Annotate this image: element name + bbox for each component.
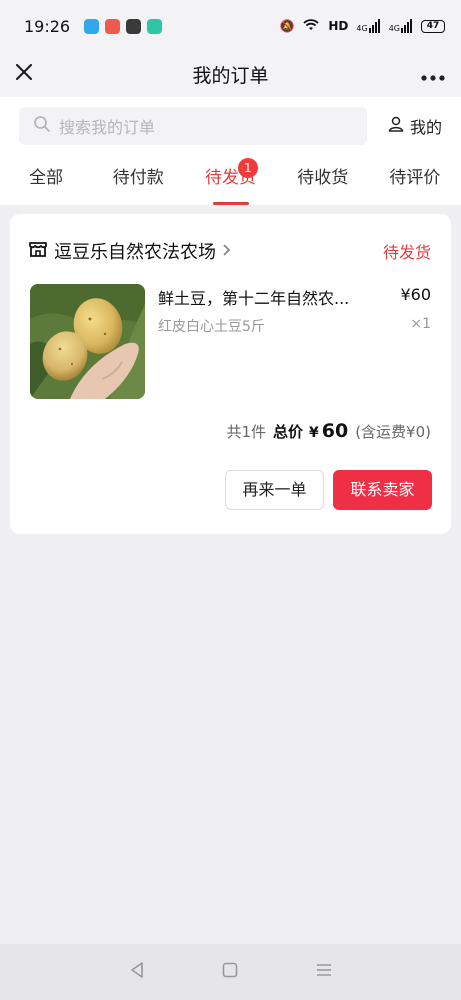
hd-label: HD — [328, 19, 349, 33]
product-image[interactable] — [30, 284, 145, 399]
tab-pending-payment[interactable]: 待付款 — [92, 155, 184, 205]
search-row: 搜索我的订单 我的 — [0, 97, 461, 155]
home-nav-icon[interactable] — [221, 961, 239, 984]
search-placeholder: 搜索我的订单 — [59, 118, 156, 137]
search-icon — [33, 115, 51, 137]
order-card[interactable]: 逗豆乐自然农法农场 待发货 鲜土豆，第十二年自然农... ¥60 红皮白心土豆5… — [10, 214, 451, 534]
page-title: 我的订单 — [192, 65, 269, 87]
page-header: 我的订单 — [0, 52, 461, 97]
mine-button[interactable]: 我的 — [388, 114, 442, 138]
shipping-fee: (含运费¥0) — [355, 423, 431, 441]
search-input[interactable]: 搜索我的订单 — [19, 107, 367, 145]
status-time: 19:26 — [24, 16, 71, 36]
menu-nav-icon[interactable] — [315, 961, 333, 984]
wifi-icon — [302, 18, 320, 35]
tab-pending-review[interactable]: 待评价 — [369, 155, 461, 205]
mine-label: 我的 — [409, 118, 442, 137]
system-nav-bar — [0, 944, 461, 1000]
signal-icon-1: 4G — [356, 19, 380, 33]
signal-icon-2: 4G — [389, 19, 413, 33]
total-label: 总价 — [272, 423, 303, 441]
product-spec: 红皮白心土豆5斤 — [158, 319, 265, 335]
qq-icon — [84, 18, 100, 34]
battery-icon: 47 — [421, 19, 445, 33]
shop-row[interactable]: 逗豆乐自然农法农场 待发货 — [28, 238, 431, 264]
total-amount: 60 — [321, 420, 349, 442]
tab-pending-shipment[interactable]: 待发货 1 — [184, 155, 276, 205]
message-icon — [147, 18, 163, 34]
order-status: 待发货 — [382, 243, 431, 262]
close-icon[interactable] — [12, 60, 36, 84]
back-nav-icon[interactable] — [128, 961, 146, 984]
product-price: ¥60 — [400, 285, 431, 304]
shop-name: 逗豆乐自然农法农场 — [54, 242, 216, 263]
order-total: 共1件 总价 ¥ 60 (含运费¥0) — [226, 420, 431, 442]
tab-all[interactable]: 全部 — [0, 155, 92, 205]
tab-badge: 1 — [237, 158, 258, 178]
status-app-icons — [84, 18, 163, 34]
product-quantity: ×1 — [410, 316, 431, 332]
chevron-right-icon — [222, 241, 232, 262]
order-tabs: 全部 待付款 待发货 1 待收货 待评价 — [0, 155, 461, 205]
contact-seller-button[interactable]: 联系卖家 — [333, 470, 432, 510]
total-currency: ¥ — [309, 425, 319, 441]
tab-pending-receipt[interactable]: 待收货 — [277, 155, 369, 205]
status-indicators: 🔕 HD 4G 4G 47 — [279, 18, 445, 35]
product-title[interactable]: 鲜土豆，第十二年自然农... — [158, 285, 368, 309]
item-count: 共1件 — [226, 423, 266, 441]
mute-icon: 🔕 — [279, 19, 295, 33]
rebuy-button[interactable]: 再来一单 — [225, 470, 324, 510]
more-icon[interactable] — [421, 62, 445, 87]
user-icon — [388, 116, 404, 136]
wechat-icon — [126, 18, 142, 34]
shop-icon — [28, 239, 48, 263]
status-bar: 19:26 🔕 HD 4G 4G 47 — [0, 0, 461, 52]
music-icon — [105, 18, 121, 34]
